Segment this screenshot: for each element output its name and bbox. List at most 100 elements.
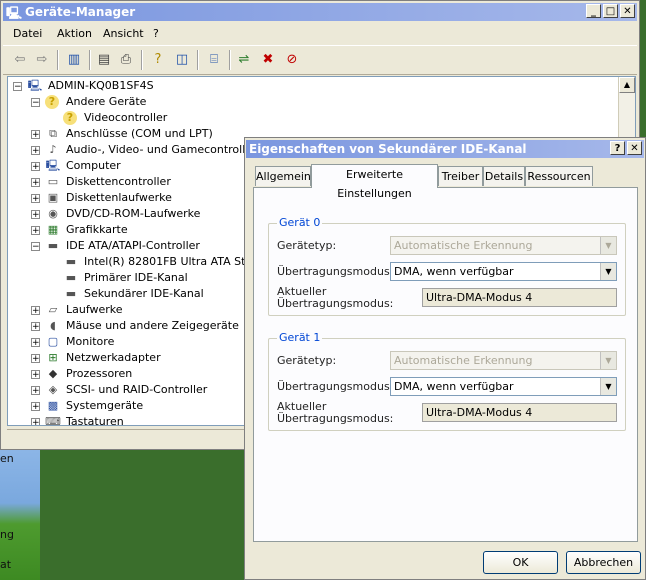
ide-controller-icon: ▬: [47, 239, 59, 252]
properties-icon[interactable]: ▤: [95, 51, 113, 69]
tree-item-label: Prozessoren: [66, 367, 133, 380]
device0-type-value: Automatische Erkennung: [394, 239, 533, 252]
device1-mode-label: Übertragungsmodus:: [277, 380, 394, 393]
device0-legend: Gerät 0: [277, 216, 323, 229]
tree-item-label: Andere Geräte: [66, 95, 147, 108]
tree-item-label: Tastaturen: [66, 415, 124, 426]
keyboard-icon: ⌨: [45, 415, 61, 426]
close-button[interactable]: ✕: [620, 4, 635, 18]
tree-item-label: Grafikkarte: [66, 223, 128, 236]
dialog-titlebar[interactable]: Eigenschaften von Sekundärer IDE-Kanal ?…: [246, 140, 644, 158]
expand-icon[interactable]: +: [31, 370, 40, 380]
cancel-button[interactable]: Abbrechen: [566, 551, 641, 574]
tree-item-label: Sekundärer IDE-Kanal: [84, 287, 204, 300]
device1-mode-value: DMA, wenn verfügbar: [394, 380, 514, 393]
expand-icon[interactable]: +: [31, 338, 40, 348]
desktop-icon-label-fragment: ng: [0, 528, 14, 541]
ide-controller-icon: ▬: [65, 287, 77, 300]
display-adapter-icon: ▦: [47, 223, 59, 236]
unknown-device-icon: ?: [63, 111, 77, 125]
device1-type-value: Automatische Erkennung: [394, 354, 533, 367]
expand-icon[interactable]: +: [31, 130, 40, 140]
device-manager-titlebar[interactable]: 🖳 Geräte-Manager _ □ ✕: [3, 3, 637, 21]
uninstall-icon[interactable]: ✖: [259, 51, 277, 69]
system-icon: ▩: [47, 399, 59, 412]
device0-mode-label: Übertragungsmodus:: [277, 265, 394, 278]
computer-icon: 🖳: [45, 159, 61, 172]
expand-icon[interactable]: +: [31, 178, 40, 188]
device0-mode-value: DMA, wenn verfügbar: [394, 265, 514, 278]
tree-item-label: Mäuse und andere Zeigegeräte: [66, 319, 239, 332]
menu-aktion[interactable]: Aktion: [57, 27, 92, 40]
expand-icon[interactable]: +: [31, 146, 40, 156]
collapse-icon[interactable]: −: [13, 82, 22, 92]
chevron-down-icon[interactable]: ▼: [600, 378, 616, 395]
expand-icon[interactable]: +: [31, 306, 40, 316]
show-hide-action-pane-icon[interactable]: ◫: [173, 51, 191, 69]
dialog-help-button[interactable]: ?: [610, 141, 625, 155]
toolbar-separator: [89, 50, 91, 70]
mouse-icon: ◖: [50, 319, 56, 332]
maximize-button[interactable]: □: [603, 4, 618, 18]
collapse-icon[interactable]: −: [31, 98, 40, 108]
update-driver-icon[interactable]: ⇌: [235, 51, 253, 69]
expand-icon[interactable]: +: [31, 226, 40, 236]
menu-bar: Datei Aktion Ansicht ?: [3, 24, 637, 44]
toolbar-separator: [141, 50, 143, 70]
console-tree-icon[interactable]: ▥: [65, 51, 83, 69]
ok-button[interactable]: OK: [483, 551, 558, 574]
tab-ressourcen[interactable]: Ressourcen: [525, 166, 593, 186]
toolbar-separator: [57, 50, 59, 70]
desktop-icon-label-fragment: en: [0, 452, 14, 465]
device1-mode-select[interactable]: DMA, wenn verfügbar ▼: [390, 377, 617, 396]
expand-icon[interactable]: +: [31, 322, 40, 332]
menu-help[interactable]: ?: [153, 27, 159, 40]
tree-item-label: Audio-, Video- und Gamecontroller: [66, 143, 257, 156]
minimize-button[interactable]: _: [586, 4, 601, 18]
device1-current-value: Ultra-DMA-Modus 4: [422, 403, 617, 422]
forward-arrow-icon[interactable]: ⇨: [33, 51, 51, 69]
tree-item-label: Videocontroller: [84, 111, 168, 124]
print-icon[interactable]: ⎙: [117, 51, 135, 69]
device0-group: Gerät 0 Gerätetyp: Automatische Erkennun…: [268, 216, 626, 316]
chevron-down-icon[interactable]: ▼: [600, 263, 616, 280]
tree-item[interactable]: ? Videocontroller: [8, 110, 618, 126]
menu-datei[interactable]: Datei: [13, 27, 42, 40]
expand-icon[interactable]: +: [31, 418, 40, 425]
tree-item-label: Primärer IDE-Kanal: [84, 271, 188, 284]
audio-icon: ♪: [49, 143, 57, 156]
collapse-icon[interactable]: −: [31, 242, 40, 252]
dialog-close-button[interactable]: ✕: [627, 141, 642, 155]
toolbar-separator: [197, 50, 199, 70]
device1-legend: Gerät 1: [277, 331, 323, 344]
expand-icon[interactable]: +: [31, 210, 40, 220]
back-arrow-icon[interactable]: ⇦: [11, 51, 29, 69]
device0-mode-select[interactable]: DMA, wenn verfügbar ▼: [390, 262, 617, 281]
device0-type-select: Automatische Erkennung ▼: [390, 236, 617, 255]
device1-group: Gerät 1 Gerätetyp: Automatische Erkennun…: [268, 331, 626, 431]
menu-ansicht[interactable]: Ansicht: [103, 27, 144, 40]
device1-type-select: Automatische Erkennung ▼: [390, 351, 617, 370]
expand-icon[interactable]: +: [31, 402, 40, 412]
disable-device-icon[interactable]: ⊘: [283, 51, 301, 69]
tree-item-label: Diskettencontroller: [66, 175, 171, 188]
device-manager-app-icon: 🖳: [6, 6, 23, 20]
help-icon[interactable]: ?: [149, 51, 167, 69]
tab-details[interactable]: Details: [483, 166, 525, 186]
device1-current-label-line2: Übertragungsmodus:: [277, 412, 394, 425]
scroll-up-button[interactable]: ▲: [619, 77, 635, 93]
expand-icon[interactable]: +: [31, 354, 40, 364]
tree-item[interactable]: −? Andere Geräte: [8, 94, 618, 110]
tab-treiber[interactable]: Treiber: [438, 166, 483, 186]
tree-item-label: Netzwerkadapter: [66, 351, 161, 364]
expand-icon[interactable]: +: [31, 194, 40, 204]
expand-icon[interactable]: +: [31, 386, 40, 396]
scan-hardware-icon[interactable]: ⌸: [205, 51, 223, 69]
tab-allgemein[interactable]: Allgemein: [255, 166, 311, 186]
expand-icon[interactable]: +: [31, 162, 40, 172]
tree-item[interactable]: − 🖳 ADMIN-KQ0B1SF4S: [8, 78, 618, 94]
tab-erweiterte-einstellungen[interactable]: Erweiterte Einstellungen: [311, 164, 438, 200]
ide-controller-icon: ▬: [65, 271, 77, 284]
advanced-settings-panel: Gerät 0 Gerätetyp: Automatische Erkennun…: [253, 187, 638, 542]
dialog-title: Eigenschaften von Sekundärer IDE-Kanal: [249, 142, 527, 156]
